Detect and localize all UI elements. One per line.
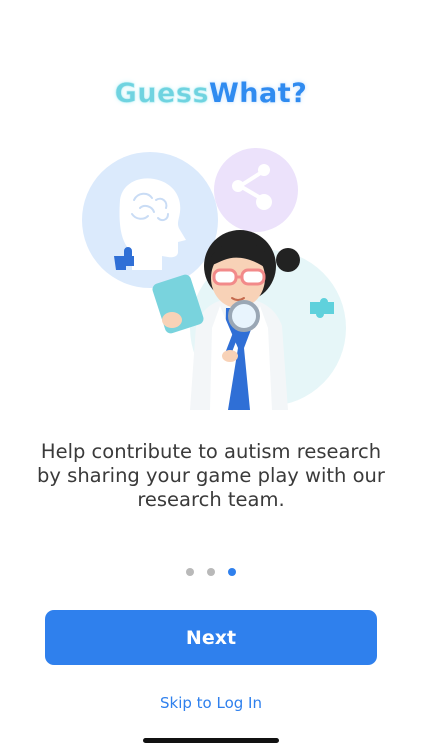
logo-word-guess: Guess bbox=[114, 78, 210, 110]
page-dot-3-active[interactable] bbox=[228, 568, 236, 576]
share-bubble bbox=[214, 148, 298, 232]
skip-to-login-link[interactable]: Skip to Log In bbox=[0, 694, 422, 712]
researcher-illustration bbox=[78, 148, 348, 410]
next-button[interactable]: Next bbox=[45, 610, 377, 665]
app-logo: GuessWhat? bbox=[0, 78, 422, 110]
onboarding-message: Help contribute to autism research by sh… bbox=[37, 440, 385, 511]
logo-word-what: What? bbox=[209, 78, 308, 109]
page-dot-2[interactable] bbox=[207, 568, 215, 576]
page-dot-1[interactable] bbox=[186, 568, 194, 576]
home-indicator bbox=[143, 738, 279, 743]
page-indicator bbox=[0, 568, 422, 576]
